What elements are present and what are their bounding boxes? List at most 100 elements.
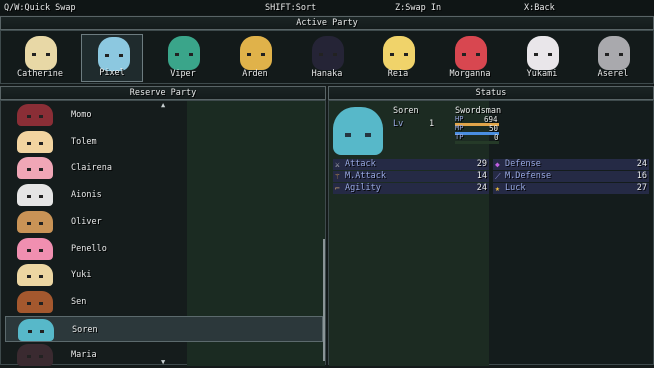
character-face-icon (455, 36, 487, 70)
character-face-icon (527, 36, 559, 70)
active-party-slot[interactable]: Arden (224, 34, 286, 82)
character-face-icon (17, 290, 53, 313)
character-face-icon (383, 36, 415, 70)
reserve-member-name: Momo (71, 110, 92, 120)
character-face-icon (98, 37, 130, 71)
stat-row-agility: ⌐ Agility 24 (333, 183, 489, 194)
reserve-member-name: Maria (71, 350, 97, 361)
back-hint: X:Back (524, 3, 555, 13)
reserve-list-item[interactable]: Clairena (5, 155, 323, 181)
character-face-icon (17, 184, 53, 207)
stat-value: 24 (636, 159, 647, 169)
stat-row-mattack: ⚚ M.Attack 14 (333, 171, 489, 182)
active-party-member-name: Yukami (526, 69, 558, 79)
active-party-slot[interactable]: Catherine (9, 34, 71, 82)
tp-label: TP (455, 133, 464, 141)
status-header: Status (328, 86, 654, 100)
mp-label: MP (455, 124, 464, 132)
active-party-member-name: Morganna (449, 69, 491, 79)
active-party-member-name: Hanaka (311, 69, 343, 79)
hp-label: HP (455, 115, 464, 123)
reserve-list-item[interactable]: Maria (5, 342, 323, 368)
star-icon: ★ (495, 184, 500, 193)
reserve-list-item[interactable]: Soren (5, 315, 323, 342)
tp-value: 0 (494, 133, 499, 142)
character-portrait (333, 107, 383, 155)
character-face-icon (17, 210, 53, 233)
active-party-member-name: Viper (170, 69, 196, 79)
reserve-list-item[interactable]: Aionis (5, 182, 323, 208)
active-party-row: Catherine Pixel Viper Arden Hanaka Reia Morgan… (0, 30, 654, 84)
reserve-member-name: Tolem (71, 136, 97, 147)
active-party-header: Active Party (0, 16, 654, 30)
character-name: Soren (393, 106, 419, 116)
stat-row-attack: ⚔ Attack 29 (333, 159, 489, 170)
reserve-list-item[interactable]: Momo (5, 102, 323, 128)
reserve-member-name: Aionis (71, 190, 102, 201)
swap-in-hint: Z:Swap In (395, 3, 442, 13)
stat-label: Defense (505, 159, 541, 169)
reserve-list-item[interactable]: Tolem (5, 129, 323, 155)
character-face-icon (17, 157, 53, 180)
reserve-member-name: Soren (72, 324, 98, 335)
shield-gem-icon: ◆ (495, 160, 500, 169)
status-title: Status (475, 88, 507, 98)
level-value: 1 (429, 119, 435, 129)
reserve-member-name: Clairena (71, 163, 112, 174)
character-face-icon (17, 237, 53, 260)
character-face-icon (17, 104, 53, 126)
stat-label: Attack (345, 159, 376, 169)
stat-value: 29 (476, 159, 487, 169)
character-face-icon (17, 130, 53, 153)
stat-value: 14 (476, 171, 487, 181)
active-party-slot[interactable]: Aserel (582, 34, 644, 82)
stat-value: 24 (476, 183, 487, 193)
stat-label: M.Defense (505, 171, 552, 181)
hp-value: 694 (484, 115, 498, 124)
wand-icon: ⟋ (495, 172, 501, 181)
active-party-member-name: Arden (242, 69, 268, 79)
tp-gauge-track (455, 141, 499, 144)
active-party-slot[interactable]: Morganna (439, 34, 501, 82)
active-party-slot[interactable]: Viper (152, 34, 214, 82)
character-face-icon (25, 36, 57, 70)
magic-staff-icon: ⚚ (335, 172, 340, 181)
active-party-slot[interactable]: Hanaka (296, 34, 358, 82)
character-face-icon (18, 318, 54, 341)
character-face-icon (17, 264, 53, 287)
stat-value: 16 (636, 171, 647, 181)
character-face-icon (312, 36, 344, 70)
character-face-icon (240, 36, 272, 70)
active-party-slot[interactable]: Reia (367, 34, 429, 82)
reserve-party-title: Reserve Party (129, 88, 197, 98)
quick-swap-hint: Q/W:Quick Swap (4, 3, 76, 13)
stat-label: M.Attack (345, 171, 386, 181)
reserve-list-item[interactable]: Oliver (5, 209, 323, 235)
reserve-member-name: Yuki (71, 270, 92, 281)
stat-value: 27 (636, 183, 647, 193)
reserve-member-name: Oliver (71, 216, 102, 227)
boot-icon: ⌐ (335, 184, 340, 193)
character-face-icon (17, 344, 53, 367)
active-party-slot[interactable]: Pixel (81, 34, 143, 82)
reserve-party-list[interactable]: ▲ ▼ Momo Tolem Clairena Aionis Oliver Penello… (0, 100, 326, 368)
active-party-slot[interactable]: Yukami (511, 34, 573, 82)
stat-label: Agility (345, 183, 381, 193)
mp-value: 50 (489, 124, 499, 133)
list-scrollbar[interactable] (323, 239, 325, 361)
reserve-member-name: Penello (71, 243, 107, 254)
reserve-list-item[interactable]: Penello (5, 236, 323, 262)
reserve-party-header: Reserve Party (0, 86, 326, 100)
reserve-list-item[interactable]: Sen (5, 289, 323, 315)
stat-row-luck: ★ Luck 27 (493, 183, 649, 194)
stat-label: Luck (505, 183, 526, 193)
stat-row-defense: ◆ Defense 24 (493, 159, 649, 170)
reserve-list-item[interactable]: Yuki (5, 262, 323, 288)
controls-help-bar: Q/W:Quick Swap SHIFT:Sort Z:Swap In X:Ba… (0, 0, 654, 15)
sort-hint: SHIFT:Sort (265, 3, 317, 13)
sword-icon: ⚔ (335, 160, 340, 169)
active-party-member-name: Pixel (99, 68, 125, 78)
active-party-member-name: Reia (387, 69, 409, 79)
reserve-member-name: Sen (71, 296, 87, 307)
character-face-icon (168, 36, 200, 70)
